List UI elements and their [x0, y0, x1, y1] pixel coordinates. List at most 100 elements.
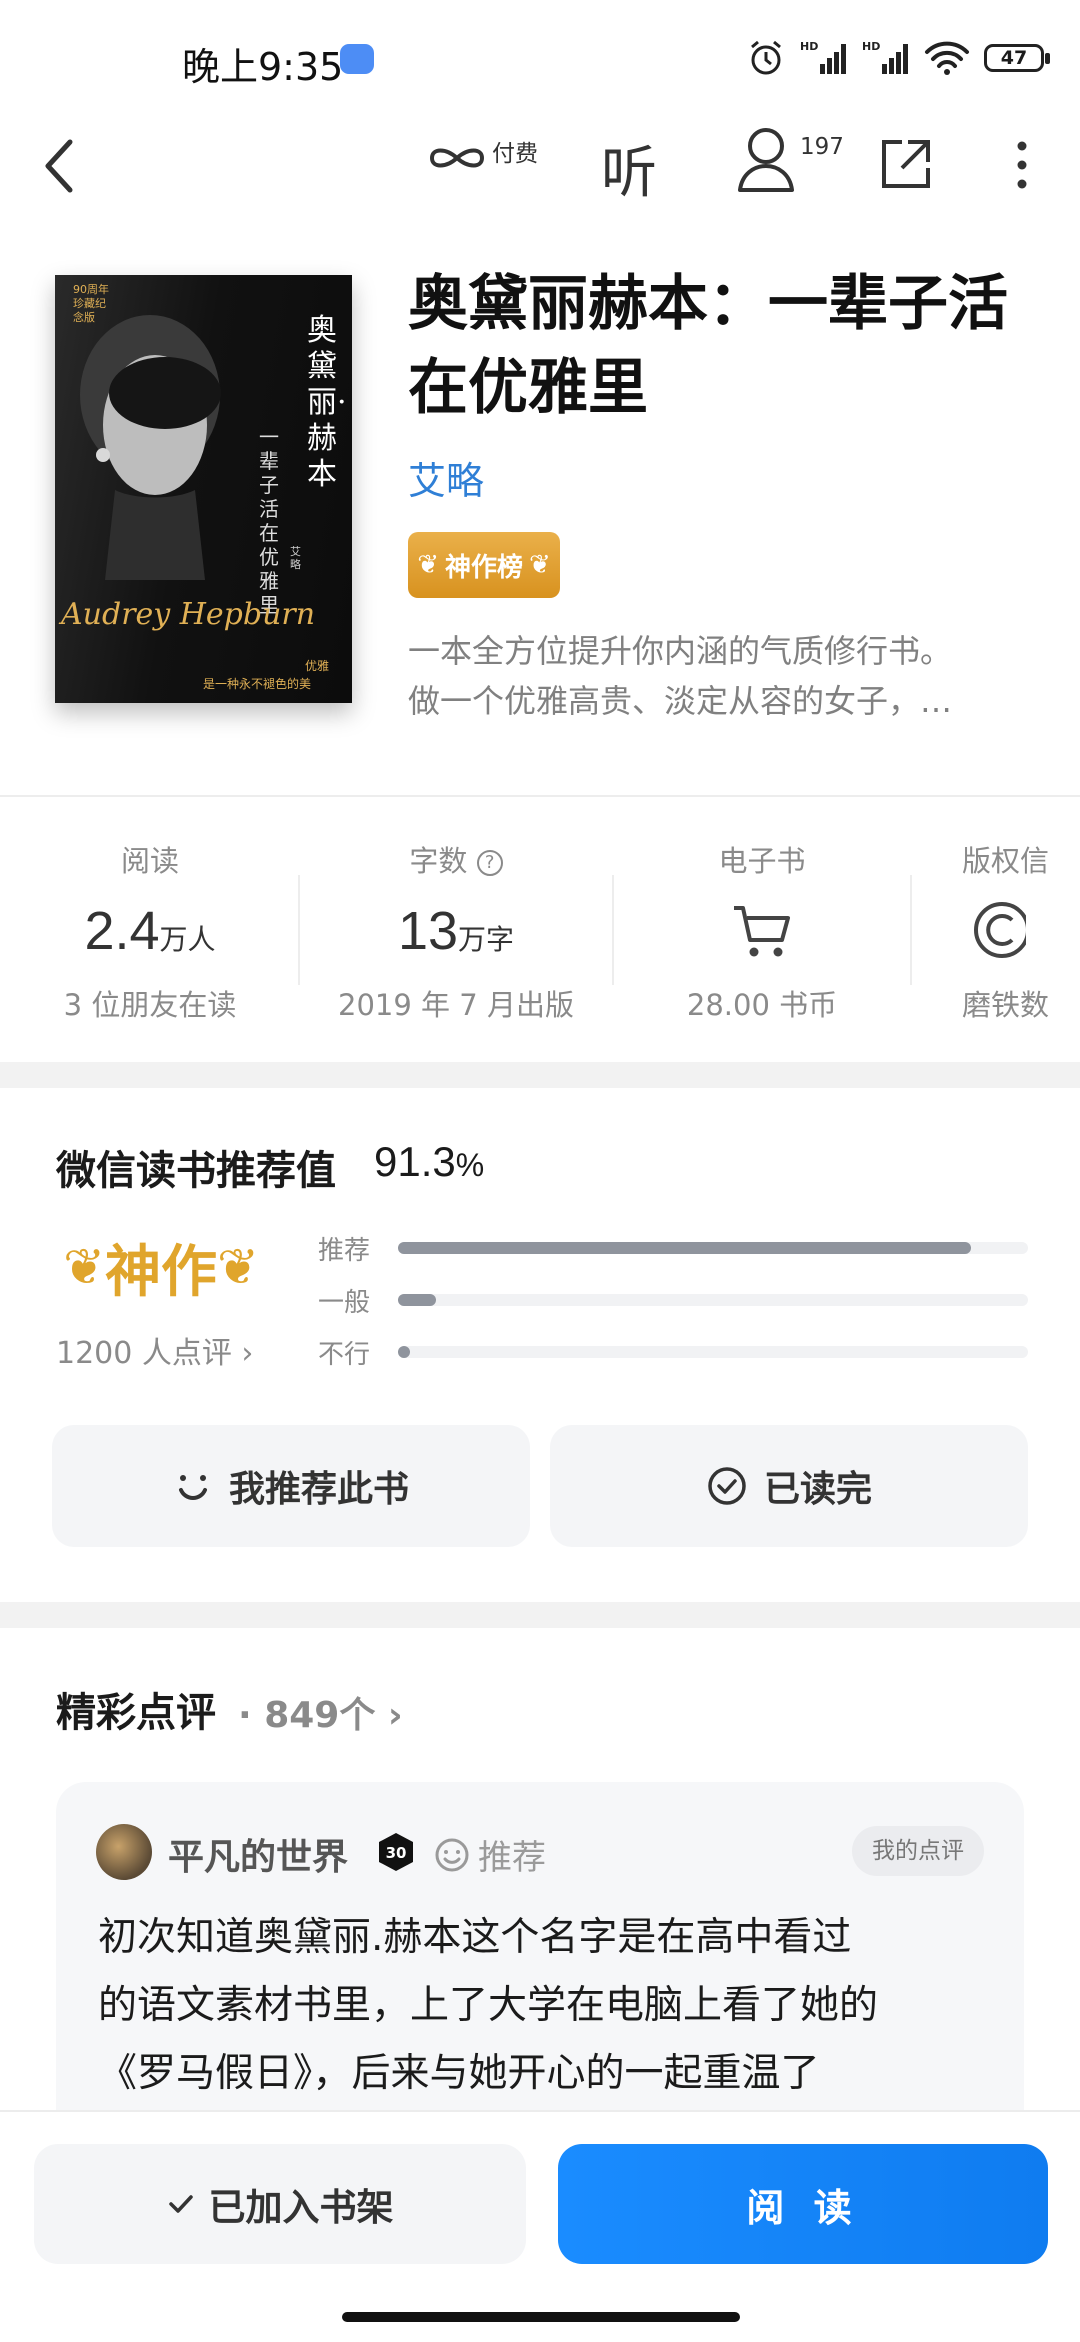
stat-copyright[interactable]: 版权信 磨铁数 — [962, 838, 1080, 1024]
book-title: 奥黛丽赫本：一辈子活在优雅里 — [408, 269, 1008, 423]
stat-value: 13 — [397, 901, 459, 961]
book-cover[interactable]: 奥黛丽·赫本 一辈子活在优雅里 90周年珍藏纪念版 艾略 Audrey Hepb… — [55, 275, 352, 703]
share-icon[interactable] — [878, 136, 934, 192]
finished-reading-button[interactable]: 已读完 — [550, 1425, 1028, 1547]
laurel-left-icon: ❦ — [417, 550, 439, 580]
reviews-count-link[interactable]: · 849个 › — [238, 1686, 403, 1738]
laurel-right-icon: ❦ — [217, 1238, 259, 1296]
stat-readers[interactable]: 阅读 2.4万人 3 位朋友在读 — [0, 838, 300, 1024]
stat-separator — [910, 875, 912, 985]
book-description[interactable]: 一本全方位提升你内涵的气质修行书。 做一个优雅高贵、淡定从容的女子，… — [408, 626, 1028, 726]
stat-separator — [298, 875, 300, 985]
read-button[interactable]: 阅 读 — [558, 2144, 1048, 2264]
review-count-link[interactable]: 1200 人点评 › — [56, 1328, 253, 1372]
cover-author: 艾略 — [290, 545, 301, 571]
person-icon — [738, 128, 794, 192]
smile-icon — [178, 1475, 207, 1500]
bar-label: 不行 — [318, 1339, 371, 1370]
stat-label: 字数 — [409, 844, 468, 878]
bar-fill — [398, 1294, 436, 1306]
reviews-count: · 849个 — [238, 1695, 376, 1736]
cover-tagline2: 是一种永不褪色的美 — [203, 677, 312, 691]
stat-label: 阅读 — [120, 844, 179, 878]
author-link[interactable]: 艾略 — [408, 450, 484, 505]
stat-label: 版权信 — [962, 844, 1050, 878]
help-icon: ? — [476, 850, 503, 876]
rating-bar-bad: 不行 — [318, 1330, 1028, 1374]
rating-bar-average: 一般 — [318, 1278, 1028, 1322]
desc-line: 一本全方位提升你内涵的气质修行书。 — [408, 632, 953, 670]
level-badge: 30 — [379, 1833, 413, 1871]
listen-button[interactable]: 听 — [601, 128, 657, 209]
stat-wordcount[interactable]: 字数 ? 13万字 2019 年 7 月出版 — [306, 838, 606, 1024]
signal-icon-2: HD — [862, 40, 908, 74]
review-line: 初次知道奥黛丽.赫本这个名字是在高中看过 — [98, 1915, 852, 1960]
copyright-icon — [974, 902, 1030, 958]
shelf-label: 已加入书架 — [208, 2186, 394, 2229]
laurel-left-icon: ❦ — [63, 1238, 105, 1296]
svg-text:HD: HD — [800, 40, 818, 53]
friends-button[interactable]: 197 — [734, 122, 844, 196]
masterpiece-rank-badge[interactable]: ❦ 神作榜 ❦ — [408, 532, 560, 598]
signal-icon: HD — [800, 40, 846, 74]
stat-sub: 3 位朋友在读 — [63, 988, 237, 1022]
review-line: 的语文素材书里，上了大学在电脑上看了她的 — [98, 1983, 879, 2028]
smile-icon — [435, 1838, 469, 1871]
reviews-heading: 精彩点评 — [56, 1690, 216, 1736]
review-line: 《罗马假日》，后来与她开心的一起重温了 — [98, 2051, 820, 2096]
rating-word: 神作 — [105, 1239, 217, 1305]
cover-tagline1: 优雅 — [305, 659, 330, 673]
desc-line: 做一个优雅高贵、淡定从容的女子，… — [408, 682, 953, 720]
review-tag-label: 推荐 — [478, 1838, 546, 1878]
recommend-value: 91.3% — [374, 1138, 484, 1186]
svg-text:HD: HD — [862, 40, 880, 53]
chevron-right-icon: › — [375, 1695, 403, 1736]
paid-button[interactable]: 付费 — [424, 122, 538, 182]
finished-reading-label: 已读完 — [763, 1469, 872, 1510]
stat-unit: 万字 — [458, 924, 515, 955]
recommend-book-label: 我推荐此书 — [228, 1469, 409, 1510]
rating-bar-recommend: 推荐 — [318, 1226, 1028, 1270]
status-time: 晚上9:35 — [182, 45, 344, 89]
check-icon — [168, 2195, 193, 2213]
stat-sub: 28.00 书币 — [686, 988, 838, 1022]
bar-fill — [398, 1346, 410, 1358]
bar-fill — [398, 1242, 972, 1254]
recommend-percent: % — [455, 1147, 485, 1183]
badge-label: 神作榜 — [444, 552, 523, 583]
stat-sub: 2019 年 7 月出版 — [338, 988, 574, 1022]
stat-ebook[interactable]: 电子书 28.00 书币 — [612, 838, 912, 1024]
review-username[interactable]: 平凡的世界 — [168, 1828, 348, 1880]
stat-sub: 磨铁数 — [962, 988, 1050, 1022]
my-review-badge: 我的点评 — [852, 1826, 984, 1876]
review-text: 初次知道奥黛丽.赫本这个名字是在高中看过 的语文素材书里，上了大学在电脑上看了她… — [98, 1904, 998, 2108]
back-icon[interactable] — [36, 134, 84, 198]
cover-edition: 90周年珍藏纪念版 — [73, 283, 109, 324]
section-gap — [0, 1602, 1080, 1628]
more-icon[interactable] — [1012, 140, 1032, 190]
review-count: 1200 人点评 — [56, 1336, 232, 1371]
cover-subtitle: 一辈子活在优雅里 — [259, 425, 279, 617]
rating-badge: ❦ 神作 ❦ — [56, 1222, 266, 1312]
cover-title: 奥黛丽·赫本 — [307, 313, 347, 492]
laurel-right-icon: ❦ — [529, 550, 551, 580]
added-to-shelf-button[interactable]: 已加入书架 — [34, 2144, 526, 2264]
alarm-icon — [751, 40, 781, 75]
cart-icon — [734, 906, 790, 957]
battery-indicator: 47 — [984, 44, 1050, 72]
recommend-number: 91.3 — [374, 1138, 456, 1185]
recommend-book-button[interactable]: 我推荐此书 — [52, 1425, 530, 1547]
avatar[interactable] — [96, 1824, 152, 1880]
level-text: 30 — [386, 1844, 407, 1862]
stat-label: 电子书 — [718, 844, 806, 878]
check-circle-icon — [708, 1467, 746, 1505]
section-gap — [0, 1062, 1080, 1088]
infinity-icon — [429, 148, 485, 168]
stat-unit: 万人 — [159, 924, 216, 955]
notification-app-icon — [340, 44, 374, 74]
divider — [0, 795, 1080, 797]
status-icons: HD HD 47 — [746, 38, 1050, 78]
review-tag: 推荐 — [434, 1830, 546, 1879]
bar-label: 推荐 — [318, 1235, 371, 1266]
home-indicator[interactable] — [342, 2312, 740, 2322]
